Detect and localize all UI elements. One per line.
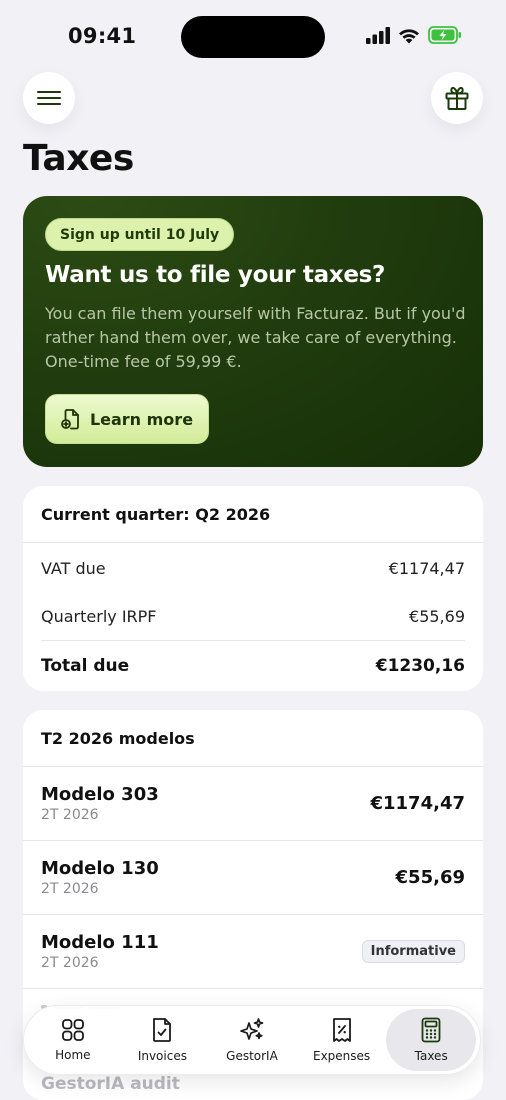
modelo-amount: €1174,47 [370, 793, 465, 814]
hamburger-icon [37, 91, 61, 105]
tab-home[interactable]: Home [28, 1009, 118, 1071]
total-due-row: Total due €1230,16 [41, 640, 465, 690]
document-add-icon [61, 409, 79, 430]
quarterly-irpf-value: €55,69 [409, 606, 465, 626]
quarterly-irpf-row: Quarterly IRPF €55,69 [41, 592, 465, 640]
tab-expenses-label: Expenses [312, 1049, 371, 1063]
signal-icon [366, 26, 390, 44]
gestoria-audit-heading: GestorIA audit [41, 1074, 180, 1094]
signup-deadline-badge: Sign up until 10 July [45, 218, 235, 251]
bottom-tab-bar: Home Invoices GestorIA Expenses Taxes [23, 1005, 481, 1075]
invoice-document-icon [153, 1018, 172, 1042]
menu-button[interactable] [23, 72, 75, 124]
quarterly-irpf-label: Quarterly IRPF [41, 606, 157, 626]
gift-icon [445, 86, 469, 110]
tab-gestoria[interactable]: GestorIA [207, 1009, 297, 1071]
modelo-111-row[interactable]: Modelo 111 2T 2026 Informative [23, 915, 483, 989]
modelo-amount: €55,69 [395, 867, 465, 888]
page-title: Taxes [23, 138, 134, 179]
modelo-period: 2T 2026 [41, 955, 99, 971]
learn-more-label: Learn more [89, 409, 194, 429]
modelo-303-row[interactable]: Modelo 303 2T 2026 €1174,47 [23, 767, 483, 841]
tab-taxes[interactable]: Taxes [386, 1009, 476, 1071]
home-grid-icon [61, 1019, 84, 1041]
promo-title: Want us to file your taxes? [45, 262, 386, 288]
modelo-period: 2T 2026 [41, 881, 99, 897]
battery-charging-icon [428, 26, 461, 44]
status-time: 09:41 [68, 24, 137, 48]
status-bar: 09:41 [0, 0, 506, 70]
promo-description: You can file them yourself with Facturaz… [45, 304, 466, 371]
learn-more-button[interactable]: Learn more [45, 394, 209, 444]
vat-due-row: VAT due €1174,47 [41, 544, 465, 592]
tab-invoices[interactable]: Invoices [118, 1009, 208, 1071]
modelo-name: Modelo 130 [41, 858, 159, 879]
tax-filing-promo-card: Sign up until 10 July Want us to file yo… [23, 196, 483, 467]
tab-invoices-label: Invoices [137, 1049, 187, 1063]
modelo-130-row[interactable]: Modelo 130 2T 2026 €55,69 [23, 841, 483, 915]
tab-home-label: Home [55, 1048, 91, 1062]
informative-badge: Informative [361, 940, 465, 963]
total-due-value: €1230,16 [375, 655, 465, 676]
vat-due-value: €1174,47 [388, 558, 465, 578]
receipt-percent-icon [332, 1018, 351, 1042]
wifi-icon [399, 28, 419, 43]
tab-taxes-label: Taxes [414, 1049, 448, 1063]
tab-gestoria-label: GestorIA [226, 1049, 278, 1063]
modelo-period: 2T 2026 [41, 807, 99, 823]
current-quarter-card: Current quarter: Q2 2026 VAT due €1174,4… [23, 486, 483, 691]
gift-button[interactable] [431, 72, 483, 124]
tab-expenses[interactable]: Expenses [297, 1009, 387, 1071]
modelo-name: Modelo 111 [41, 932, 159, 953]
status-icons [366, 26, 462, 44]
calculator-icon [421, 1017, 441, 1043]
dynamic-island [181, 16, 325, 58]
sparkles-icon [240, 1018, 264, 1040]
current-quarter-title: Current quarter: Q2 2026 [23, 486, 483, 543]
total-due-label: Total due [41, 655, 130, 676]
vat-due-label: VAT due [41, 558, 106, 578]
modelos-title: T2 2026 modelos [23, 710, 483, 767]
modelo-name: Modelo 303 [41, 784, 159, 805]
